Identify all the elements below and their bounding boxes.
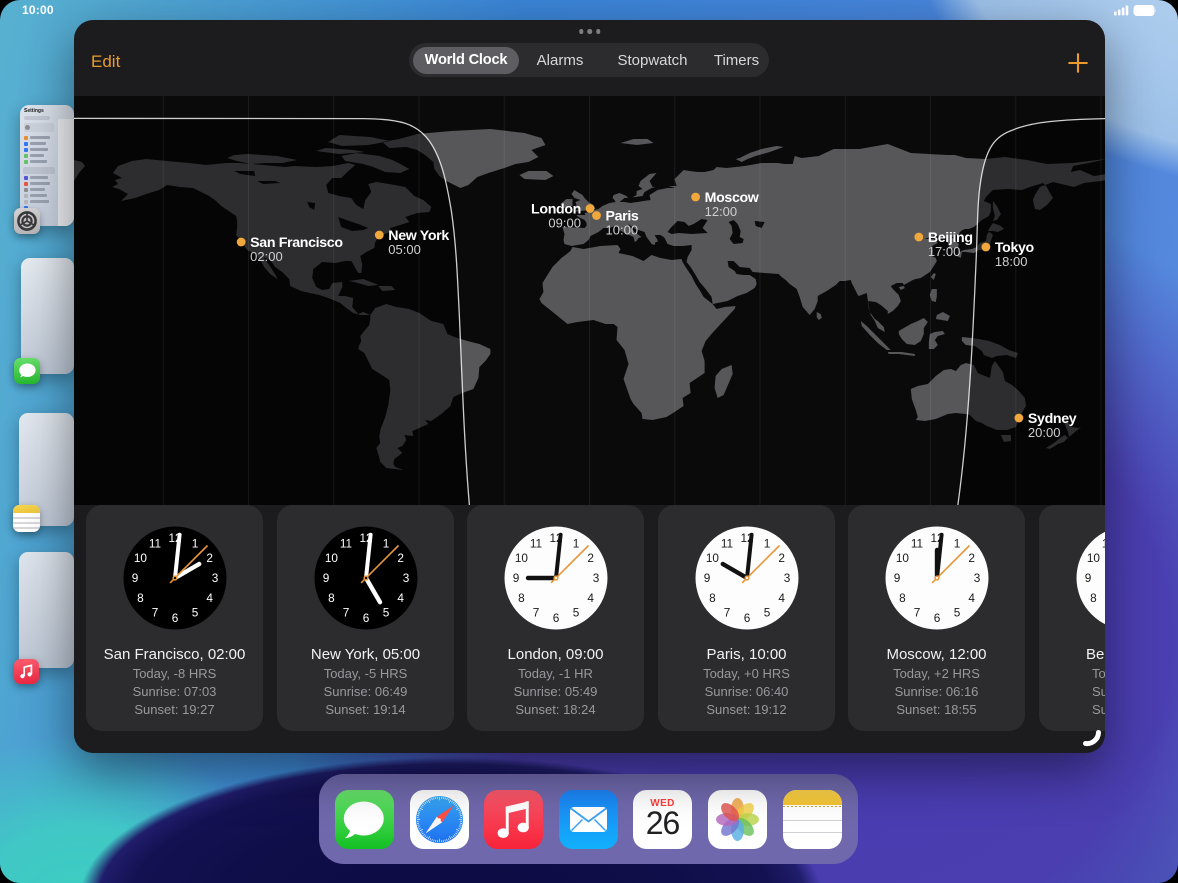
svg-text:9: 9	[322, 571, 329, 585]
svg-text:3: 3	[973, 571, 980, 585]
svg-text:10: 10	[514, 551, 528, 565]
svg-text:5: 5	[572, 605, 579, 619]
svg-text:2: 2	[587, 551, 594, 565]
svg-text:5: 5	[953, 605, 960, 619]
svg-text:6: 6	[743, 611, 750, 625]
svg-text:8: 8	[899, 591, 906, 605]
svg-text:10: 10	[324, 551, 338, 565]
svg-text:9: 9	[512, 571, 519, 585]
svg-text:2: 2	[968, 551, 975, 565]
svg-text:11: 11	[148, 536, 160, 550]
svg-text:1: 1	[572, 536, 579, 550]
svg-text:3: 3	[402, 571, 409, 585]
svg-text:11: 11	[339, 536, 351, 550]
svg-text:3: 3	[783, 571, 790, 585]
svg-text:2: 2	[778, 551, 785, 565]
svg-text:7: 7	[1104, 605, 1105, 619]
svg-text:10: 10	[895, 551, 909, 565]
svg-text:1: 1	[953, 536, 960, 550]
svg-text:6: 6	[171, 611, 178, 625]
svg-text:4: 4	[968, 591, 975, 605]
svg-text:6: 6	[362, 611, 369, 625]
svg-text:1: 1	[191, 536, 198, 550]
svg-text:09:00: 09:00	[548, 216, 581, 231]
svg-text:10: 10	[133, 551, 147, 565]
svg-text:9: 9	[1084, 571, 1091, 585]
svg-text:7: 7	[151, 605, 158, 619]
svg-text:1: 1	[382, 536, 389, 550]
svg-text:5: 5	[382, 605, 389, 619]
svg-text:10: 10	[1086, 551, 1100, 565]
svg-text:6: 6	[933, 611, 940, 625]
svg-text:02:00: 02:00	[250, 249, 283, 264]
svg-text:8: 8	[709, 591, 716, 605]
svg-text:12:00: 12:00	[705, 204, 738, 219]
svg-text:05:00: 05:00	[388, 242, 421, 257]
svg-text:11: 11	[1101, 536, 1105, 550]
svg-text:4: 4	[397, 591, 404, 605]
svg-text:20:00: 20:00	[1028, 425, 1061, 440]
svg-text:5: 5	[191, 605, 198, 619]
svg-text:18:00: 18:00	[995, 254, 1028, 269]
svg-text:7: 7	[342, 605, 349, 619]
svg-text:3: 3	[592, 571, 599, 585]
svg-text:9: 9	[703, 571, 710, 585]
svg-text:11: 11	[720, 536, 732, 550]
svg-text:9: 9	[893, 571, 900, 585]
svg-text:8: 8	[328, 591, 335, 605]
svg-text:3: 3	[211, 571, 218, 585]
svg-text:17:00: 17:00	[928, 244, 961, 259]
svg-text:8: 8	[137, 591, 144, 605]
svg-text:4: 4	[206, 591, 213, 605]
svg-text:7: 7	[723, 605, 730, 619]
svg-text:8: 8	[518, 591, 525, 605]
svg-text:4: 4	[587, 591, 594, 605]
svg-text:8: 8	[1090, 591, 1097, 605]
svg-text:10:00: 10:00	[606, 223, 639, 238]
svg-text:1: 1	[763, 536, 770, 550]
svg-text:5: 5	[763, 605, 770, 619]
svg-text:2: 2	[206, 551, 213, 565]
svg-text:6: 6	[552, 611, 559, 625]
svg-text:11: 11	[529, 536, 541, 550]
svg-text:7: 7	[532, 605, 539, 619]
svg-text:4: 4	[778, 591, 785, 605]
svg-text:7: 7	[913, 605, 920, 619]
svg-text:11: 11	[910, 536, 922, 550]
svg-text:10: 10	[705, 551, 719, 565]
svg-text:9: 9	[131, 571, 138, 585]
svg-text:2: 2	[397, 551, 404, 565]
